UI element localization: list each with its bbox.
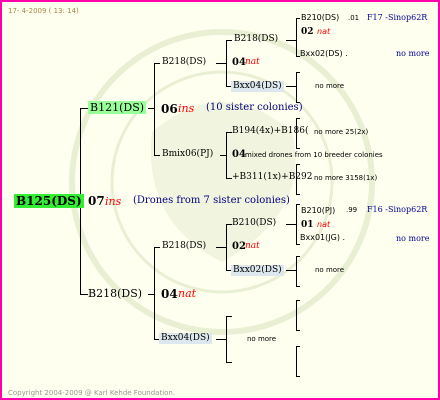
year-count: 02 — [301, 27, 314, 37]
connector — [216, 339, 226, 340]
drone-note: no more 25(2x) — [314, 128, 369, 136]
connector — [296, 346, 300, 347]
connector — [296, 330, 300, 331]
connector — [226, 316, 232, 317]
header-date: 17- 4-2009 ( 13: 14) — [8, 7, 79, 15]
year-count: 04 — [232, 57, 246, 68]
queen-ancestor[interactable]: B210(DS) — [301, 14, 339, 22]
queen-ancestor[interactable]: B218(DS) — [234, 35, 278, 44]
connector — [286, 224, 296, 225]
mating-type: nat — [178, 287, 197, 300]
connector — [226, 40, 227, 86]
connector — [226, 224, 227, 270]
connector — [154, 63, 155, 155]
connector — [216, 63, 226, 64]
connector — [154, 247, 160, 248]
connector — [296, 18, 297, 57]
connector — [148, 294, 154, 295]
queen-sire[interactable]: B218(DS) — [88, 288, 142, 299]
connector — [220, 155, 226, 156]
connector — [226, 40, 232, 41]
connector — [226, 316, 227, 362]
queen-ancestor[interactable]: B210(PJ) — [301, 207, 335, 215]
connector — [296, 148, 300, 149]
connector — [296, 376, 300, 377]
no-more-label: no more — [247, 335, 277, 343]
connector — [226, 132, 227, 178]
queen-ancestor[interactable]: +B311(1x)+B292 — [232, 173, 313, 182]
connector — [296, 346, 297, 376]
year-count: 06 — [161, 102, 178, 116]
year-count: 04 — [232, 149, 246, 160]
connector — [296, 118, 300, 119]
year-count: .99 — [346, 206, 358, 214]
queen-ancestor[interactable]: Bxx01(JG) . — [300, 234, 345, 242]
connector — [296, 164, 300, 165]
mating-type: ins — [105, 195, 122, 208]
watermark-image — [69, 29, 375, 335]
connector — [226, 362, 232, 363]
mating-type: ins — [178, 102, 195, 115]
connector — [286, 40, 296, 41]
connector — [154, 63, 160, 64]
no-more-label: no more — [396, 234, 430, 243]
queen-ancestor[interactable]: B218(DS) — [162, 58, 206, 67]
connector — [296, 244, 300, 245]
connector — [216, 247, 226, 248]
connector — [80, 108, 88, 109]
connector — [286, 270, 296, 271]
no-more-label: no more — [315, 266, 345, 274]
queen-ancestor[interactable]: B194(4x)+B186( — [232, 127, 308, 136]
year-count: .01 — [348, 14, 360, 22]
connector — [296, 194, 300, 195]
connector — [148, 108, 154, 109]
queen-ancestor[interactable]: Bxx02(DS) . — [300, 50, 348, 58]
sister-note: (10 sister colonies) — [206, 102, 303, 113]
connector — [296, 18, 300, 19]
connector — [286, 86, 296, 87]
queen-mother[interactable]: B121(DS) — [88, 101, 147, 114]
mating-type: nat — [317, 27, 331, 36]
queen-ancestor[interactable]: Bmix06(PJ) — [162, 150, 213, 159]
drone-note: mixed drones from 10 breeder colonies — [245, 151, 383, 159]
connector — [154, 155, 160, 156]
connector — [154, 247, 155, 339]
queen-ancestor[interactable]: Bxx04(DS) — [159, 333, 212, 344]
breeder-id: F16 -Sinop62R — [367, 205, 428, 214]
connector — [296, 256, 300, 257]
pedigree-frame: 17- 4-2009 ( 13: 14) Copyright 2004-2009… — [0, 0, 440, 400]
mating-type: nat — [245, 241, 260, 251]
connector — [296, 300, 297, 330]
drone-note: no more 3158(1x) — [314, 174, 378, 182]
connector — [296, 204, 297, 244]
mating-type: nat — [317, 220, 331, 229]
connector — [80, 294, 88, 295]
connector — [296, 300, 300, 301]
year-count: 02 — [232, 241, 246, 252]
no-more-label: no more — [396, 49, 430, 58]
queen-ancestor[interactable]: Bxx04(DS) — [231, 81, 284, 92]
year-count: 07 — [88, 194, 105, 208]
no-more-label: no more — [315, 82, 345, 90]
copyright: Copyright 2004-2009 @ Karl Kehde Foundat… — [8, 389, 176, 397]
connector — [296, 256, 297, 286]
connector — [296, 286, 300, 287]
connector — [296, 72, 297, 102]
mating-type: nat — [245, 57, 260, 67]
queen-ancestor[interactable]: B210(DS) — [232, 219, 276, 228]
queen-ancestor[interactable]: B218(DS) — [162, 242, 206, 251]
queen-ancestor[interactable]: Bxx02(DS) — [231, 265, 284, 276]
connector — [296, 204, 300, 205]
queen-root[interactable]: B125(DS) — [14, 194, 84, 208]
year-count: 04 — [161, 287, 178, 301]
breeder-id: F17 -Sinop62R — [367, 13, 428, 22]
connector — [296, 72, 300, 73]
year-count: 01 — [301, 220, 314, 230]
drone-note: (Drones from 7 sister colonies) — [133, 195, 290, 206]
